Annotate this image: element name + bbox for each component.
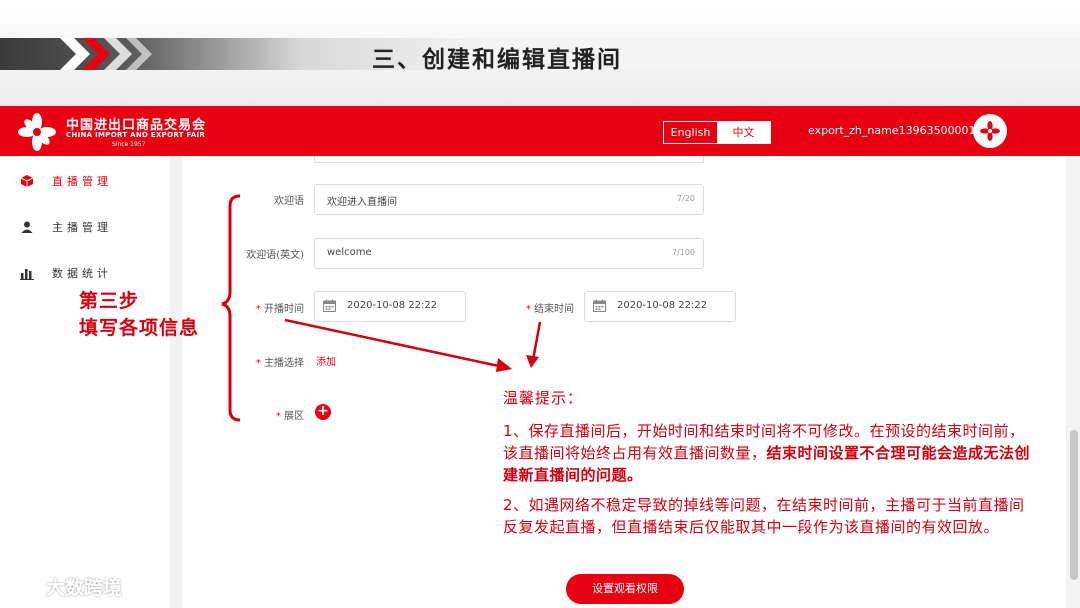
sidebar-item-label: 数据统计 [52,267,112,280]
canton-fair-logo-icon [18,113,56,151]
start-time-label: * 开播时间 [255,304,304,315]
scrollbar-thumb[interactable] [1070,430,1078,580]
watermark-logo-icon [8,577,44,596]
booth-label: * 展区 [275,411,304,422]
avatar[interactable] [973,114,1007,148]
tips-paragraph-1: 1、保存直播间后，开始时间和结束时间将不可修改。在预设的结束时间前，该直播间将始… [503,420,1033,486]
end-time-label: * 结束时间 [525,304,574,315]
add-booth-button[interactable]: + [315,404,331,420]
sidebar-item-live-management[interactable]: 直播管理 [20,173,112,189]
bar-chart-icon [20,269,34,280]
avatar-logo-icon [980,121,1000,141]
sidebar-item-anchor-management[interactable]: 主播管理 [20,219,112,235]
lang-english-button[interactable]: English [664,122,717,143]
welcome-value: 欢迎进入直播间 [327,197,397,208]
set-view-permission-button[interactable]: 设置观看权限 [566,574,684,604]
logo-since-text: Since 1957 [112,141,146,148]
previous-field-edge [314,156,704,163]
sidebar-item-data-statistics[interactable]: 数据统计 [20,265,112,281]
welcome-en-value: welcome [327,247,372,258]
start-time-value: 2020-10-08 22:22 [347,300,438,311]
welcome-en-char-count: 7/100 [671,248,695,257]
lang-chinese-button[interactable]: 中文 [717,122,770,143]
start-time-picker[interactable]: 2020-10-08 22:22 [314,291,466,322]
username-label[interactable]: export_zh_name13963500001 [808,124,976,137]
end-time-value: 2020-10-08 22:22 [617,300,708,311]
welcome-label: 欢迎语 [274,196,304,207]
welcome-en-input[interactable]: welcome 7/100 [314,238,704,269]
sidebar-item-label: 主播管理 [52,221,112,234]
cube-icon [20,175,34,187]
step-annotation-line1: 第三步 [79,290,140,312]
tips-paragraph-2: 2、如遇网络不稳定导致的掉线等问题，在结束时间前，主播可于当前直播间反复发起直播… [503,496,1025,536]
watermark: 大数跨境 [8,573,122,600]
end-time-picker[interactable]: 2020-10-08 22:22 [584,291,736,322]
chevron-decoration-icon [60,38,152,70]
watermark-text: 大数跨境 [46,577,123,599]
add-anchor-link[interactable]: 添加 [316,353,336,368]
step-annotation-line2: 填写各项信息 [79,317,200,339]
calendar-icon [593,299,606,312]
tips-title: 温馨提示： [503,389,584,407]
calendar-icon [323,299,336,312]
logo-english-text: CHINA IMPORT AND EXPORT FAIR [66,131,206,139]
main-content [182,156,1066,608]
slide-title: 三、创建和编辑直播间 [372,47,622,73]
sidebar-item-label: 直播管理 [52,175,112,188]
welcome-input[interactable]: 欢迎进入直播间 7/20 [314,184,704,215]
anchor-select-label: * 主播选择 [255,358,304,369]
language-switch: English 中文 [663,121,771,144]
welcome-char-count: 7/20 [677,194,695,203]
welcome-en-label: 欢迎语(英文) [246,250,304,261]
user-icon [21,221,33,233]
